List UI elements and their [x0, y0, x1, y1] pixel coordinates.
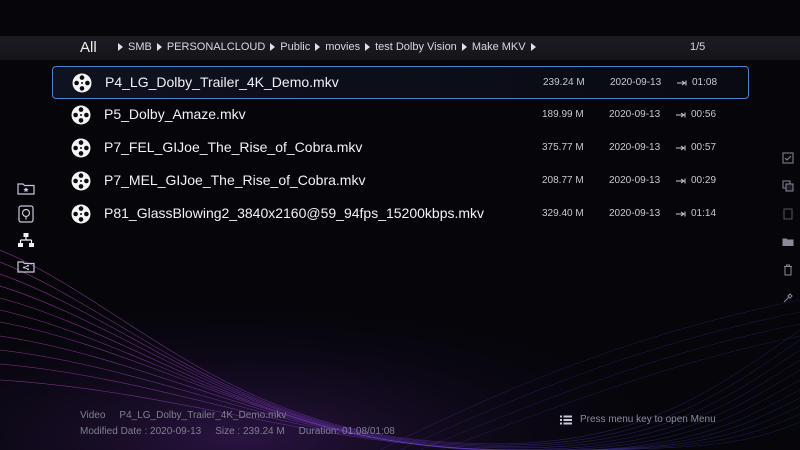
paste-icon — [783, 208, 793, 220]
file-duration: 01:08 — [677, 77, 717, 88]
chevron-right-icon — [530, 43, 536, 51]
left-sidebar — [16, 178, 36, 282]
nav-favorites[interactable] — [16, 178, 36, 198]
file-size: 375.77 M — [542, 142, 584, 153]
file-name: P7_FEL_GIJoe_The_Rise_of_Cobra.mkv — [104, 139, 363, 155]
file-row[interactable]: P81_GlassBlowing2_3840x2160@59_94fps_152… — [52, 198, 749, 231]
file-row-selected[interactable]: P4_LG_Dolby_Trailer_4K_Demo.mkv 239.24 M… — [52, 66, 749, 99]
move-button[interactable] — [780, 234, 796, 250]
nav-recent[interactable] — [16, 204, 36, 224]
right-toolbar — [780, 150, 796, 318]
chevron-right-icon — [461, 43, 467, 51]
chevron-right-icon — [315, 43, 321, 51]
file-name: P81_GlassBlowing2_3840x2160@59_94fps_152… — [104, 205, 485, 221]
file-date: 2020-09-13 — [610, 77, 662, 88]
copy-icon — [782, 180, 794, 192]
tools-button[interactable] — [780, 290, 796, 306]
breadcrumb-item[interactable]: PERSONALCLOUD — [156, 41, 270, 53]
network-icon — [18, 233, 34, 247]
file-row[interactable]: P7_FEL_GIJoe_The_Rise_of_Cobra.mkv 375.7… — [52, 132, 749, 165]
file-size: 239.24 M — [543, 77, 585, 88]
check-icon — [782, 152, 794, 164]
duration-arrow-icon — [677, 80, 687, 85]
duration-arrow-icon — [676, 211, 686, 216]
file-type-label: Video — [80, 410, 106, 421]
header-bar: All SMB PERSONALCLOUD Public movies test… — [0, 36, 800, 60]
file-name: P5_Dolby_Amaze.mkv — [104, 106, 246, 122]
duration-arrow-icon — [676, 178, 686, 183]
breadcrumb-item[interactable]: Public — [270, 41, 315, 53]
file-details-line: Modified Date : 2020-09-13 Size : 239.24 … — [80, 426, 395, 437]
breadcrumb-item[interactable]: movies — [315, 41, 365, 53]
file-date: 2020-09-13 — [609, 208, 661, 219]
all-filter-label[interactable]: All — [80, 39, 97, 56]
file-row[interactable]: P5_Dolby_Amaze.mkv 189.99 M 2020-09-13 0… — [52, 99, 749, 132]
menu-hint: Press menu key to open Menu — [560, 414, 716, 425]
shared-folder-icon — [17, 261, 35, 273]
file-list: P4_LG_Dolby_Trailer_4K_Demo.mkv 239.24 M… — [52, 66, 749, 231]
breadcrumb-item[interactable]: Make MKV — [461, 41, 536, 53]
file-duration: 00:57 — [676, 142, 716, 153]
menu-list-icon — [560, 415, 572, 424]
file-info-size: Size : 239.24 M — [215, 426, 285, 437]
nav-shared[interactable] — [16, 256, 36, 276]
film-reel-icon — [71, 105, 91, 125]
favorite-folder-icon — [17, 183, 35, 195]
file-duration: 00:56 — [676, 109, 716, 120]
nav-network[interactable] — [16, 230, 36, 250]
chevron-right-icon — [270, 43, 276, 51]
breadcrumb-item[interactable]: test Dolby Vision — [365, 41, 462, 53]
file-size: 208.77 M — [542, 175, 584, 186]
file-size: 189.99 M — [542, 109, 584, 120]
chevron-right-icon — [118, 43, 123, 51]
copy-button[interactable] — [780, 178, 796, 194]
film-reel-icon — [71, 204, 91, 224]
breadcrumb-item[interactable]: SMB — [118, 41, 157, 53]
select-button[interactable] — [780, 150, 796, 166]
file-size: 329.40 M — [542, 208, 584, 219]
duration-arrow-icon — [676, 145, 686, 150]
file-type-line: Video P4_LG_Dolby_Trailer_4K_Demo.mkv — [80, 410, 286, 421]
file-duration: 01:14 — [676, 208, 716, 219]
file-info-name: P4_LG_Dolby_Trailer_4K_Demo.mkv — [119, 410, 287, 421]
tools-icon — [783, 293, 793, 303]
delete-icon — [784, 264, 792, 276]
file-name: P7_MEL_GIJoe_The_Rise_of_Cobra.mkv — [104, 172, 366, 188]
menu-hint-text: Press menu key to open Menu — [580, 414, 716, 425]
delete-button[interactable] — [780, 262, 796, 278]
paste-button[interactable] — [780, 206, 796, 222]
file-date: 2020-09-13 — [609, 175, 661, 186]
modified-date: Modified Date : 2020-09-13 — [80, 426, 202, 437]
page-indicator: 1/5 — [690, 41, 706, 53]
chevron-right-icon — [156, 43, 162, 51]
recent-icon — [18, 205, 34, 223]
chevron-right-icon — [365, 43, 371, 51]
file-date: 2020-09-13 — [609, 109, 661, 120]
film-reel-icon — [71, 138, 91, 158]
film-reel-icon — [71, 171, 91, 191]
breadcrumb: SMB PERSONALCLOUD Public movies test Dol… — [118, 41, 536, 53]
duration-arrow-icon — [676, 112, 686, 117]
file-row[interactable]: P7_MEL_GIJoe_The_Rise_of_Cobra.mkv 208.7… — [52, 165, 749, 198]
move-folder-icon — [782, 238, 794, 246]
file-name: P4_LG_Dolby_Trailer_4K_Demo.mkv — [105, 74, 339, 90]
film-reel-icon — [72, 73, 92, 93]
file-info-duration: Duration: 01:08/01:08 — [298, 426, 395, 437]
file-date: 2020-09-13 — [609, 142, 661, 153]
file-duration: 00:29 — [676, 175, 716, 186]
